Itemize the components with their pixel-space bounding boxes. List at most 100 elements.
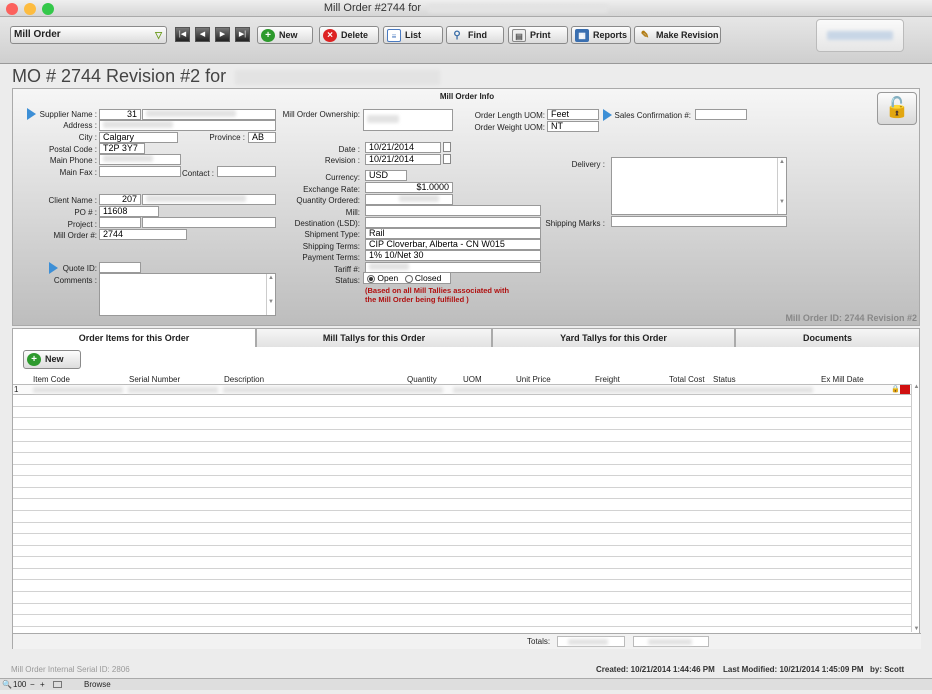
zoom-in-icon[interactable]: + — [40, 679, 45, 691]
delete-button[interactable]: × Delete — [319, 26, 379, 44]
tab-documents[interactable]: Documents — [735, 328, 920, 347]
comments-field[interactable]: ▲ ▼ — [99, 273, 276, 316]
po-field[interactable]: 11608 — [99, 206, 159, 217]
contact-field[interactable] — [217, 166, 276, 177]
province-field[interactable]: AB — [248, 132, 276, 143]
delivery-field[interactable]: ▲ ▼ — [611, 157, 787, 215]
delete-row-icon[interactable] — [900, 385, 910, 394]
quote-id-field[interactable] — [99, 262, 141, 273]
list-label: List — [405, 30, 422, 40]
tab-bar: Order Items for this Order Mill Tallys f… — [12, 328, 920, 348]
make-revision-label: Make Revision — [656, 30, 719, 40]
client-name-label: Client Name : — [48, 196, 97, 205]
minimize-window-icon[interactable] — [24, 3, 36, 15]
zoom-icon[interactable]: 🔍 — [2, 679, 12, 691]
new-button[interactable]: + New — [257, 26, 313, 44]
destination-field[interactable] — [365, 217, 541, 228]
scroll-up-icon[interactable]: ▲ — [912, 384, 921, 390]
project-name-field[interactable] — [142, 217, 276, 228]
close-window-icon[interactable] — [6, 3, 18, 15]
status-closed-radio[interactable] — [404, 274, 413, 283]
city-label: City : — [78, 133, 97, 142]
totals-bar: Totals: — [13, 633, 921, 649]
shipment-type-field[interactable]: Rail — [365, 228, 541, 239]
layout-select[interactable]: Mill Order ▽ — [10, 26, 167, 44]
find-button[interactable]: ⚲ Find — [446, 26, 504, 44]
exchange-rate-field[interactable]: $1.0000 — [365, 182, 453, 193]
project-id-field[interactable] — [99, 217, 141, 228]
shipping-terms-label: Shipping Terms: — [302, 242, 360, 251]
status-radio-group[interactable]: Open Closed — [363, 272, 451, 284]
modified-text: Last Modified: 10/21/2014 1:45:09 PM — [723, 665, 864, 674]
redacted-text — [369, 263, 409, 270]
shipping-terms-field[interactable]: CIP Cloverbar, Alberta - CN W015 — [365, 239, 541, 250]
scrollbar[interactable]: ▲ ▼ — [911, 384, 920, 632]
revision-field[interactable]: 10/21/2014 — [365, 154, 441, 165]
totals-label: Totals: — [527, 637, 551, 646]
zoom-out-icon[interactable]: − — [30, 679, 35, 691]
list-icon: ≡ — [387, 29, 401, 43]
section-title: Mill Order Info — [439, 92, 495, 101]
mill-order-number-field[interactable]: 2744 — [99, 229, 187, 240]
print-label: Print — [530, 30, 551, 40]
scrollbar[interactable]: ▲ ▼ — [777, 158, 786, 214]
reports-label: Reports — [593, 30, 628, 40]
tab-order-items[interactable]: Order Items for this Order — [12, 328, 256, 348]
scrollbar[interactable]: ▲ ▼ — [266, 274, 275, 315]
comments-label: Comments : — [53, 276, 97, 285]
mill-label: Mill: — [345, 208, 360, 217]
main-phone-field[interactable] — [99, 154, 181, 165]
column-header: Serial Number — [129, 375, 181, 384]
currency-field[interactable]: USD — [365, 170, 407, 181]
calendar-icon[interactable] — [443, 154, 451, 164]
calendar-icon[interactable] — [443, 142, 451, 152]
table-row[interactable]: 1 🔒 — [13, 384, 911, 395]
ownership-field[interactable] — [363, 109, 453, 131]
main-fax-field[interactable] — [99, 166, 181, 177]
tab-mill-tallys[interactable]: Mill Tallys for this Order — [256, 328, 492, 347]
make-revision-button[interactable]: ✎ Make Revision — [634, 26, 721, 44]
client-name-field[interactable] — [142, 194, 276, 205]
status-open-radio[interactable] — [367, 274, 375, 283]
address-field[interactable] — [99, 120, 276, 131]
toggle-status-area-icon[interactable] — [53, 681, 62, 688]
redacted-text — [103, 121, 173, 128]
column-header: Total Cost — [669, 375, 705, 384]
postal-code-field[interactable]: T2P 3Y7 — [99, 143, 145, 154]
supplier-name-label: Supplier Name : — [39, 110, 97, 119]
mode-label: Browse — [84, 680, 111, 689]
lock-icon[interactable]: 🔓 — [877, 92, 917, 125]
prev-record-icon[interactable]: ◀ — [195, 27, 210, 42]
page-title: MO # 2744 Revision #2 for — [12, 66, 441, 87]
quote-id-label: Quote ID: — [62, 264, 97, 273]
supplier-name-field[interactable] — [142, 109, 276, 120]
next-record-icon[interactable]: ▶ — [215, 27, 230, 42]
order-items-portal: + New Item Code Serial Number Description… — [12, 347, 921, 649]
redacted-text — [453, 387, 813, 393]
mill-field[interactable] — [365, 205, 541, 216]
quantity-ordered-field[interactable] — [365, 194, 453, 205]
contact-label: Contact : — [181, 169, 214, 178]
date-field[interactable]: 10/21/2014 — [365, 142, 441, 153]
zoom-level[interactable]: 100 — [13, 679, 26, 691]
supplier-id-field[interactable]: 31 — [99, 109, 141, 120]
first-record-icon[interactable]: |◀ — [175, 27, 190, 42]
payment-terms-field[interactable]: 1% 10/Net 30 — [365, 250, 541, 261]
shipping-marks-field[interactable] — [611, 216, 787, 227]
ownership-label: Mill Order Ownership: — [282, 110, 360, 119]
reports-button[interactable]: ▦ Reports — [571, 26, 631, 44]
list-button[interactable]: ≡ List — [383, 26, 443, 44]
weight-uom-field[interactable]: NT — [547, 121, 599, 132]
length-uom-field[interactable]: Feet — [547, 109, 599, 120]
portal-new-button[interactable]: + New — [23, 350, 81, 369]
tab-yard-tallys[interactable]: Yard Tallys for this Order — [492, 328, 735, 347]
weight-uom-label: Order Weight UOM: — [474, 123, 545, 132]
client-id-field[interactable]: 207 — [99, 194, 141, 205]
serial-id: Mill Order Internal Serial ID: 2806 — [11, 665, 130, 674]
sales-confirmation-field[interactable] — [695, 109, 747, 120]
scroll-down-icon[interactable]: ▼ — [912, 626, 921, 632]
city-field[interactable]: Calgary — [99, 132, 178, 143]
print-button[interactable]: ▤ Print — [508, 26, 568, 44]
zoom-window-icon[interactable] — [42, 3, 54, 15]
last-record-icon[interactable]: ▶| — [235, 27, 250, 42]
